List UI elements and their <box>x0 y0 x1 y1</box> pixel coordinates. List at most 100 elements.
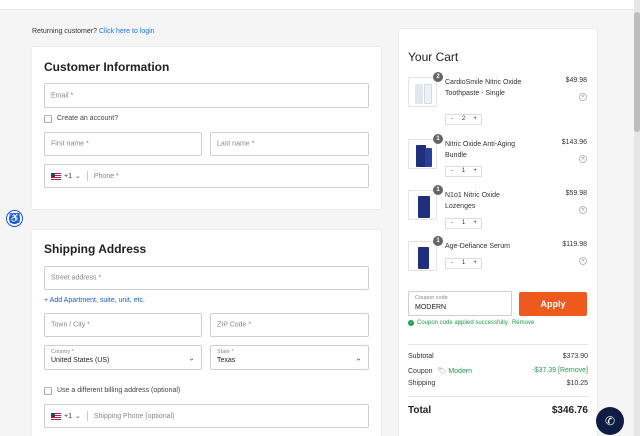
quantity-badge: 2 <box>433 72 443 82</box>
cart-item-price: $59.98 <box>565 190 587 197</box>
coupon-remove-link[interactable]: Remove <box>512 320 534 326</box>
returning-customer-notice: Returning customer? Click here to login <box>32 28 155 35</box>
total-value: $346.76 <box>551 405 588 416</box>
city-field[interactable]: Town / City * <box>44 313 202 337</box>
increase-button[interactable]: + <box>469 167 481 176</box>
state-value: Texas <box>217 357 236 364</box>
shipping-phone-field[interactable]: +1 ⌄ Shipping Phone (optional) <box>44 404 369 428</box>
cart-item-price: $143.96 <box>561 139 587 146</box>
shipping-address-title: Shipping Address <box>44 242 147 256</box>
increase-button[interactable]: + <box>469 259 481 268</box>
product-image <box>408 139 437 169</box>
decrease-button[interactable]: - <box>446 259 458 268</box>
total-label: Total <box>408 405 432 416</box>
phone-field[interactable]: +1 ⌄ Phone * <box>44 164 369 188</box>
coupon-code-value: MODERN <box>415 304 447 311</box>
coupon-success-text: Coupon code applied successfully. <box>417 320 509 326</box>
cart-item-name[interactable]: N1o1 Nitric Oxide Lozenges <box>445 190 525 212</box>
decrease-button[interactable]: - <box>446 167 458 176</box>
state-select[interactable]: State * Texas ⌄ <box>210 345 369 370</box>
coupon-code-field[interactable]: Coupon code MODERN <box>408 291 512 316</box>
cart-item: 1 Age-Defiance Serum $119.98 ✕ - 1 + <box>408 236 590 291</box>
quantity-stepper[interactable]: - 1 + <box>445 166 482 177</box>
page-scrollbar[interactable] <box>634 0 640 436</box>
country-select[interactable]: Country * United States (US) ⌄ <box>44 345 202 370</box>
decrease-button[interactable]: - <box>446 115 458 124</box>
subtotal-label: Subtotal <box>408 353 434 360</box>
shipping-value: $10.25 <box>566 380 588 387</box>
coupon-code-label: Coupon code <box>415 295 448 301</box>
shipping-phone-country-selector[interactable]: +1 ⌄ Shipping Phone (optional) <box>51 411 174 421</box>
cart-item: 1 Nitric Oxide Anti-Aging Bundle $143.96… <box>408 134 590 189</box>
country-value: United States (US) <box>51 357 110 364</box>
quantity-value[interactable]: 1 <box>458 167 470 176</box>
different-billing-checkbox[interactable] <box>44 387 52 395</box>
quantity-value[interactable]: 1 <box>458 259 470 268</box>
scrollbar-thumb[interactable] <box>634 12 640 132</box>
cart-item: 1 N1o1 Nitric Oxide Lozenges $59.98 ✕ - … <box>408 185 590 240</box>
different-billing-label: Use a different billing address (optiona… <box>57 387 181 394</box>
zip-field[interactable]: ZIP Code * <box>210 313 369 337</box>
quantity-stepper[interactable]: - 2 + <box>445 114 482 125</box>
chevron-down-icon: ⌄ <box>188 353 195 362</box>
quantity-value[interactable]: 1 <box>458 219 470 228</box>
total-divider <box>408 396 588 397</box>
chat-icon[interactable]: ✆ <box>596 407 624 435</box>
remove-item-icon[interactable]: ✕ <box>579 206 587 214</box>
quantity-badge: 1 <box>433 185 443 195</box>
us-flag-icon <box>51 412 61 420</box>
coupon-row: Coupon 🏷 Modern -$37.39 [Remove] <box>408 367 588 375</box>
coupon-row-code: Modern <box>448 368 473 375</box>
phone-country-code: +1 <box>64 172 72 180</box>
quantity-stepper[interactable]: - 1 + <box>445 258 482 269</box>
remove-item-icon[interactable]: ✕ <box>579 93 587 101</box>
remove-item-icon[interactable]: ✕ <box>579 257 587 265</box>
country-label: Country * <box>51 349 74 355</box>
cart-item-name[interactable]: Age-Defiance Serum <box>445 241 525 252</box>
street-address-field[interactable]: Street address * <box>44 266 369 290</box>
login-link[interactable]: Click here to login <box>99 28 155 35</box>
cart-item-name[interactable]: CardioSmile Nitric Oxide Toothpaste - Si… <box>445 77 525 99</box>
first-name-field[interactable]: First name * <box>44 132 202 156</box>
phone-divider <box>86 411 88 421</box>
subtotal-value: $373.90 <box>562 353 588 360</box>
last-name-field[interactable]: Last name * <box>210 132 369 156</box>
quantity-stepper[interactable]: - 1 + <box>445 218 482 229</box>
product-image <box>408 241 437 271</box>
total-row: Total $346.76 <box>408 405 588 416</box>
check-circle-icon: ✓ <box>408 320 414 326</box>
increase-button[interactable]: + <box>469 115 481 124</box>
quantity-value[interactable]: 2 <box>458 115 470 124</box>
phone-placeholder: Phone * <box>93 172 119 180</box>
zip-placeholder: ZIP Code * <box>217 321 252 329</box>
apply-coupon-button[interactable]: Apply <box>519 292 587 316</box>
cart-item-price: $119.98 <box>562 241 587 248</box>
decrease-button[interactable]: - <box>446 219 458 228</box>
email-field[interactable]: Email * <box>44 83 369 108</box>
phone-country-selector[interactable]: +1 ⌄ Phone * <box>51 171 119 181</box>
first-name-placeholder: First name * <box>51 140 89 148</box>
remove-item-icon[interactable]: ✕ <box>579 155 587 163</box>
shipping-phone-placeholder: Shipping Phone (optional) <box>93 412 175 420</box>
city-placeholder: Town / City * <box>51 321 90 329</box>
product-image <box>408 77 437 107</box>
street-address-placeholder: Street address * <box>51 274 102 282</box>
coupon-success-message: ✓ Coupon code applied successfully. Remo… <box>408 320 534 326</box>
chevron-down-icon: ⌄ <box>355 353 362 362</box>
cart-item: 2 CardioSmile Nitric Oxide Toothpaste - … <box>408 72 590 127</box>
increase-button[interactable]: + <box>469 219 481 228</box>
add-apartment-link[interactable]: + Add Apartment, suite, unit, etc. <box>44 297 145 304</box>
create-account-checkbox[interactable] <box>44 115 52 123</box>
coupon-row-remove-link[interactable]: [Remove] <box>558 367 588 374</box>
us-flag-icon <box>51 172 61 180</box>
create-account-label: Create an account? <box>57 115 119 122</box>
shipping-label: Shipping <box>408 380 436 387</box>
chevron-down-icon: ⌄ <box>74 413 81 420</box>
phone-divider <box>86 171 88 181</box>
product-image <box>408 190 437 220</box>
accessibility-icon[interactable]: ♿ <box>7 211 22 226</box>
cart-item-name[interactable]: Nitric Oxide Anti-Aging Bundle <box>445 139 525 161</box>
coupon-row-label: Coupon <box>408 368 433 375</box>
state-label: State * <box>217 349 234 355</box>
summary-divider <box>408 344 588 345</box>
